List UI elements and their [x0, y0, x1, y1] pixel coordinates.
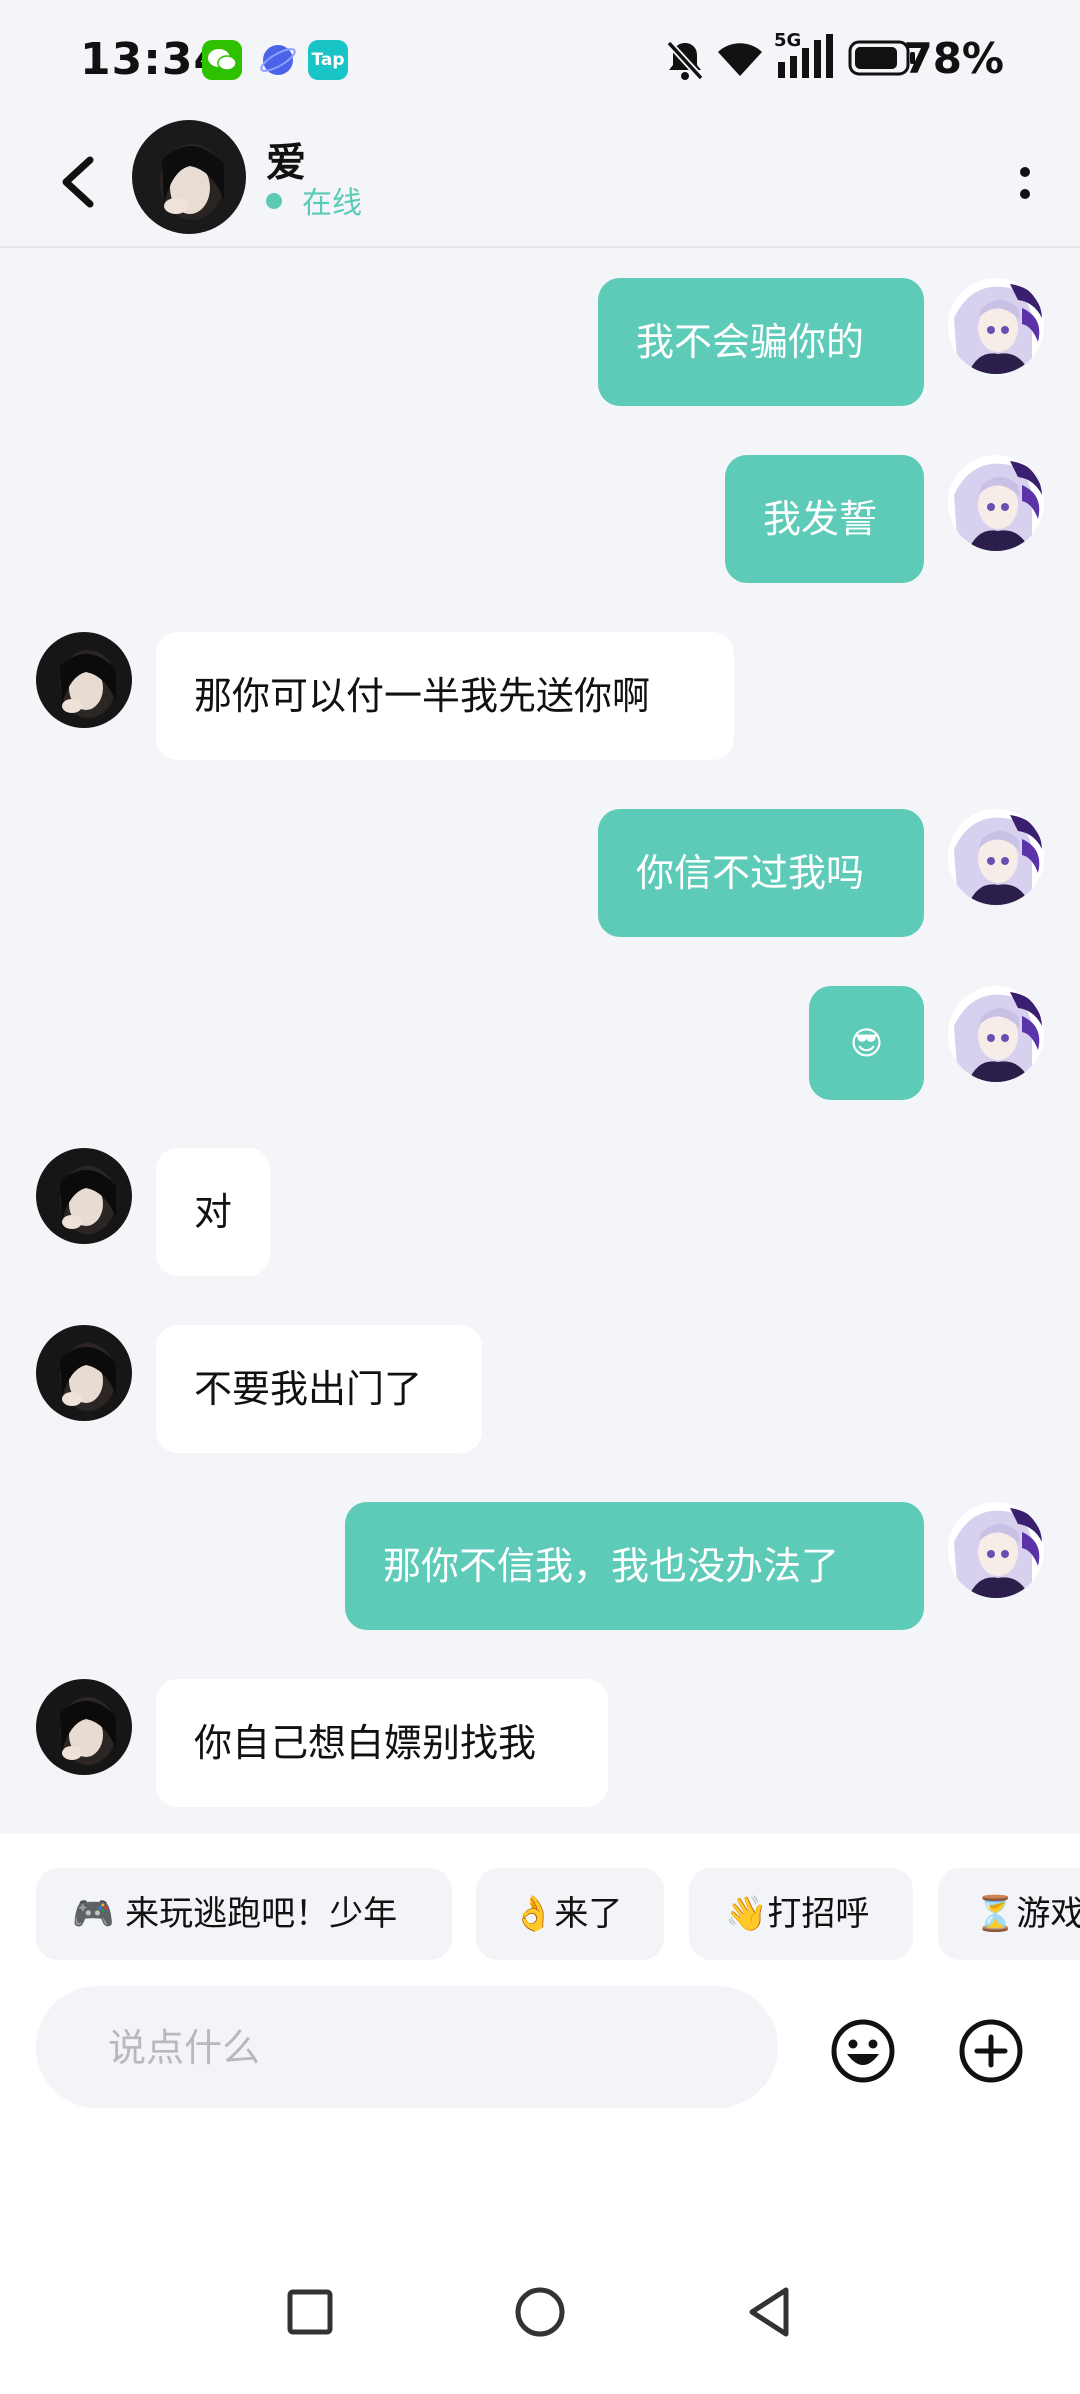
message-text: 😎: [849, 1024, 884, 1062]
recents-button[interactable]: [282, 2284, 338, 2340]
more-vertical-icon: [1020, 167, 1030, 199]
message-text: 那你可以付一半我先送你啊: [194, 674, 651, 718]
online-dot: [266, 193, 282, 209]
quick-reply-label: ⏳游戏: [974, 1894, 1080, 1934]
message-text: 我发誓: [763, 497, 878, 541]
home-button[interactable]: [512, 2284, 568, 2340]
my-avatar[interactable]: [948, 1502, 1044, 1598]
message-text: 你信不过我吗: [636, 851, 865, 895]
my-avatar[interactable]: [948, 278, 1044, 374]
quick-reply-chip[interactable]: 🎮 来玩逃跑吧！少年: [36, 1868, 452, 1960]
system-nav-bar: [0, 2250, 1080, 2373]
message-bubble[interactable]: 对: [156, 1148, 270, 1276]
my-avatar[interactable]: [948, 809, 1044, 905]
more-options-button[interactable]: [1010, 150, 1040, 216]
message-text: 你自己想白嫖别找我: [194, 1721, 537, 1765]
add-attachment-button[interactable]: [958, 2018, 1024, 2084]
emoji-button[interactable]: [830, 2018, 896, 2084]
my-avatar[interactable]: [948, 455, 1044, 551]
message-bubble[interactable]: 我不会骗你的: [598, 278, 924, 406]
quick-reply-bar[interactable]: 🎮 来玩逃跑吧！少年 👌来了 👋打招呼 ⏳游戏: [0, 1834, 1080, 1974]
chevron-left-icon: [62, 156, 94, 208]
quick-reply-label: 👋打招呼: [725, 1894, 870, 1934]
square-icon: [287, 2289, 333, 2335]
contact-avatar[interactable]: [36, 1148, 132, 1244]
contact-avatar[interactable]: [36, 1679, 132, 1775]
triangle-back-icon: [749, 2287, 789, 2337]
plus-circle-icon: [959, 2019, 1023, 2083]
smiley-icon: [831, 2019, 895, 2083]
contact-avatar[interactable]: [36, 1325, 132, 1421]
message-bubble[interactable]: 那你可以付一半我先送你啊: [156, 632, 734, 760]
chat-header: 爱 在线: [0, 120, 1080, 248]
message-bubble[interactable]: 你自己想白嫖别找我: [156, 1679, 608, 1807]
emoji-bubble[interactable]: 😎: [809, 986, 924, 1100]
quick-reply-label: 🎮 来玩逃跑吧！少年: [72, 1894, 398, 1934]
message-bubble[interactable]: 那你不信我，我也没办法了: [345, 1502, 924, 1630]
circle-icon: [515, 2287, 565, 2337]
contact-avatar[interactable]: [36, 632, 132, 728]
cellular-5g-icon: 5G: [772, 30, 834, 82]
quick-reply-chip[interactable]: ⏳游戏: [938, 1868, 1080, 1960]
quick-reply-label: 👌来了: [512, 1894, 623, 1934]
message-input[interactable]: [106, 1986, 750, 2110]
my-avatar[interactable]: [948, 986, 1044, 1082]
browser-planet-icon: [258, 40, 298, 80]
wechat-icon: [202, 40, 242, 80]
wifi-icon: [716, 38, 764, 80]
message-bubble[interactable]: 不要我出门了: [156, 1325, 482, 1453]
taptap-label: Tap: [311, 50, 345, 70]
message-text: 不要我出门了: [194, 1367, 423, 1411]
back-button[interactable]: [50, 142, 110, 222]
quick-reply-chip[interactable]: 👋打招呼: [689, 1868, 913, 1960]
contact-avatar[interactable]: [132, 120, 246, 234]
quick-reply-chip[interactable]: 👌来了: [476, 1868, 664, 1960]
message-text: 那你不信我，我也没办法了: [383, 1544, 840, 1588]
online-status: 在线: [302, 186, 362, 221]
message-text: 我不会骗你的: [636, 320, 865, 364]
message-text: 对: [194, 1190, 233, 1234]
contact-name: 爱: [266, 140, 306, 186]
status-bar: 13:34 Tap 5G 78%: [0, 0, 1080, 120]
message-bubble[interactable]: 你信不过我吗: [598, 809, 924, 937]
taptap-icon: Tap: [308, 40, 348, 80]
message-input-container[interactable]: [36, 1986, 778, 2110]
mute-bell-icon: [664, 38, 706, 82]
message-bubble[interactable]: 我发誓: [725, 455, 924, 583]
back-nav-button[interactable]: [742, 2284, 798, 2340]
battery-percent: 78%: [903, 34, 1004, 83]
